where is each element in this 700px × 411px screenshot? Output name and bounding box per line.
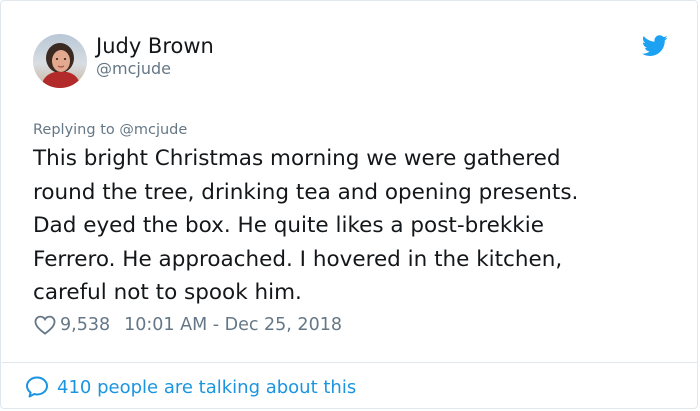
avatar[interactable] [33,34,87,88]
speech-bubble-icon [26,376,48,398]
heart-icon[interactable] [34,315,56,335]
divider [2,362,698,363]
author-handle[interactable]: @mcjude [96,59,171,79]
tweet-text-line: This bright Christmas morning we were ga… [33,146,561,171]
tweet-text-line: careful not to spook him. [33,280,302,305]
twitter-bird-icon[interactable] [642,35,668,57]
like-count[interactable]: 9,538 [60,315,110,335]
conversation-link[interactable]: 410 people are talking about this [25,373,356,401]
tweet-card: Judy Brown @mcjude Replying to @mcjude T… [0,0,698,409]
tweet-text-line: Ferrero. He approached. I hovered in the… [33,246,563,272]
replying-to-label: Replying to @mcjude [33,122,188,138]
timestamp[interactable]: 10:01 AM - Dec 25, 2018 [124,315,342,335]
tweet-text: This bright Christmas morning we were ga… [33,142,673,310]
profile-photo-icon [33,34,87,88]
tweet-text-line: Dad eyed the box. He quite likes a post-… [33,213,544,238]
tweet-meta: 9,538 10:01 AM - Dec 25, 2018 [34,312,342,338]
tweet-text-line: round the tree, drinking tea and opening… [33,179,579,205]
author-name[interactable]: Judy Brown [96,33,214,59]
conversation-link-label: 410 people are talking about this [57,376,357,398]
